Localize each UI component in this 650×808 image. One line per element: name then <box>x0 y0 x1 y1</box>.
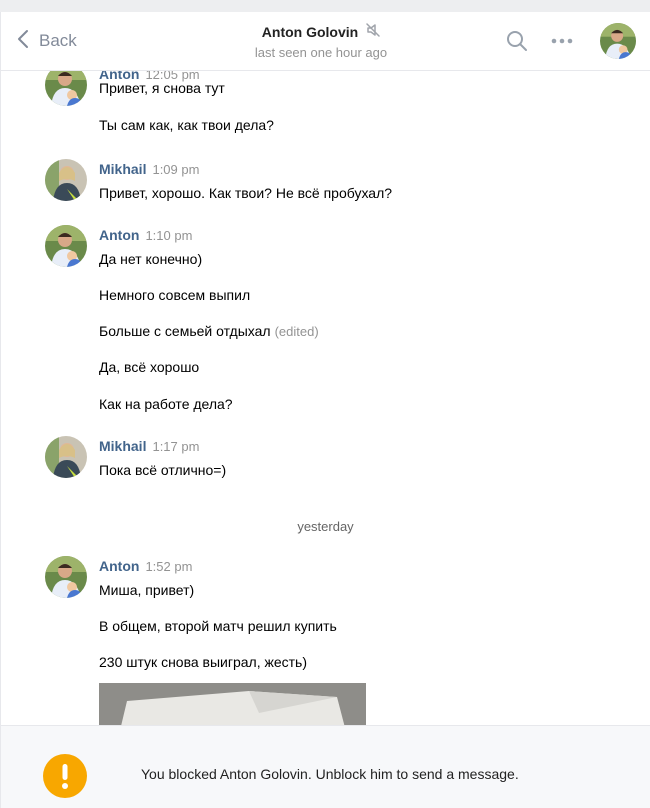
author-name[interactable]: Anton <box>99 227 139 243</box>
contact-name: Anton Golovin <box>261 23 359 40</box>
message-text: Как на работе дела? <box>99 396 233 412</box>
message-text: Да нет конечно) <box>99 251 203 267</box>
message-text: Привет, хорошо. Как твои? Не всё пробуха… <box>99 185 393 201</box>
message-text: Привет, я снова тут <box>99 80 225 96</box>
message-text: Больше с семьей отдыхал (edited) <box>99 323 319 339</box>
chat-header: Back Anton Golovin last seen one hour ag… <box>1 12 650 71</box>
search-icon[interactable] <box>506 30 528 57</box>
message-text: 230 штук снова выиграл, жесть) <box>99 654 308 670</box>
author-name[interactable]: Anton <box>99 558 139 574</box>
message-text: Немного совсем выпил <box>99 287 251 303</box>
message-text: Ты сам как, как твои дела? <box>99 117 274 133</box>
avatar <box>45 556 87 598</box>
muted-speaker-icon <box>366 23 380 40</box>
message-meta: Anton 1:10 pm <box>99 227 192 243</box>
message-time: 1:52 pm <box>145 559 193 574</box>
message-meta: Mikhail 1:17 pm <box>99 438 199 454</box>
message-time: 1:09 pm <box>152 162 200 177</box>
message-time: 1:10 pm <box>145 228 193 243</box>
chevron-left-icon <box>17 29 29 54</box>
blocked-message: You blocked Anton Golovin. Unblock him t… <box>141 766 519 782</box>
blocked-notice: You blocked Anton Golovin. Unblock him t… <box>1 725 650 808</box>
author-name[interactable]: Mikhail <box>99 161 146 177</box>
avatar <box>45 436 87 478</box>
message-text: Да, всё хорошо <box>99 359 200 375</box>
author-name[interactable]: Mikhail <box>99 438 146 454</box>
last-seen-status: last seen one hour ago <box>254 44 388 60</box>
message-body: Больше с семьей отдыхал <box>99 323 271 339</box>
date-separator: yesterday <box>297 519 354 534</box>
message-time: 1:17 pm <box>152 439 200 454</box>
message-history[interactable]: Anton 12:05 pm Привет, я снова тут Ты сам… <box>1 12 650 725</box>
message-text: Пока всё отлично=) <box>99 462 227 478</box>
contact-avatar[interactable] <box>600 23 636 59</box>
chat-window: Back Anton Golovin last seen one hour ag… <box>0 12 650 808</box>
back-label: Back <box>39 31 77 50</box>
more-icon[interactable] <box>550 31 574 56</box>
avatar <box>45 159 87 201</box>
edited-label: (edited) <box>274 324 319 339</box>
photo-attachment[interactable] <box>99 683 366 725</box>
avatar <box>45 225 87 267</box>
message-text: В общем, второй матч решил купить <box>99 618 337 634</box>
exclamation-icon <box>43 754 87 798</box>
message-text: Миша, привет) <box>99 582 195 598</box>
message-meta: Mikhail 1:09 pm <box>99 161 199 177</box>
chat-title[interactable]: Anton Golovin last seen one hour ago <box>201 23 441 60</box>
back-button[interactable]: Back <box>17 29 77 54</box>
message-meta: Anton 1:52 pm <box>99 558 192 574</box>
